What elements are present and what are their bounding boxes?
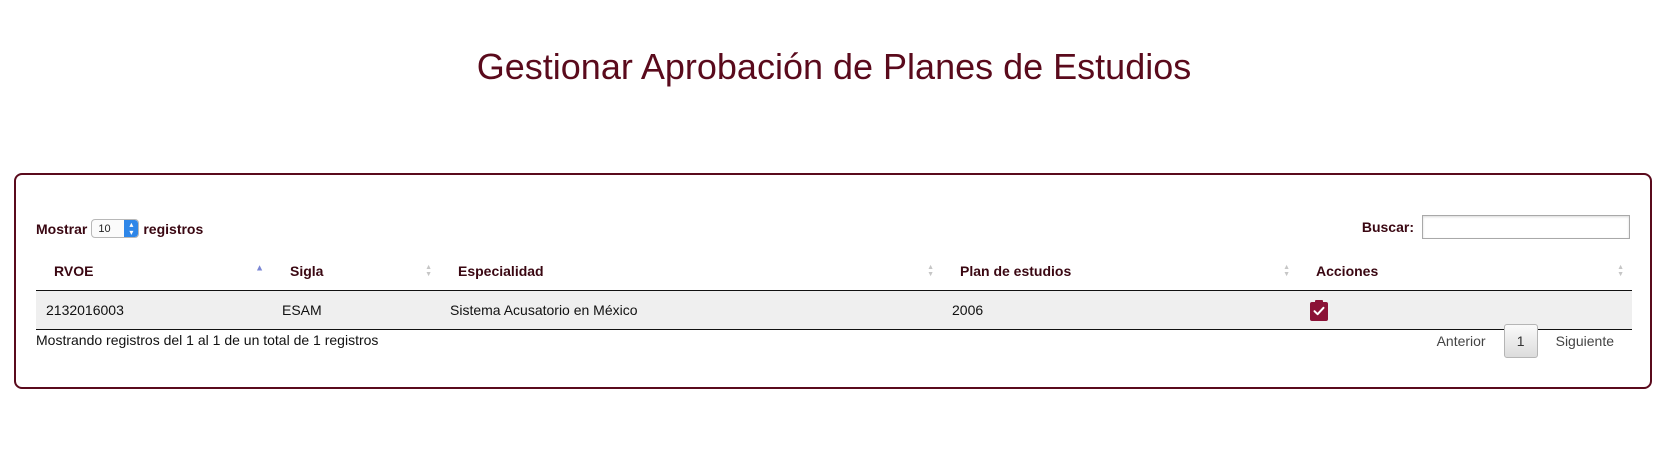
pagination: Anterior 1 Siguiente bbox=[1421, 324, 1630, 358]
length-suffix-label: registros bbox=[143, 220, 204, 237]
page-length-value: 10 bbox=[98, 222, 111, 235]
sort-both-icon: ▲ ▼ bbox=[1617, 264, 1624, 279]
column-header-sigla[interactable]: Sigla ▲ ▼ bbox=[272, 253, 440, 291]
column-label: Especialidad bbox=[458, 263, 544, 280]
table-row: 2132016003 ESAM Sistema Acusatorio en Mé… bbox=[36, 290, 1632, 330]
table-header-row: RVOE ▲ Sigla ▲ ▼ Especialidad ▲ ▼ Plan de … bbox=[36, 253, 1632, 291]
column-label: Sigla bbox=[290, 263, 324, 280]
column-label: Plan de estudios bbox=[960, 263, 1072, 280]
plans-panel: Mostrar 10 ▴▾ registros Buscar: RVOE ▲ bbox=[14, 173, 1652, 389]
search-label: Buscar: bbox=[1361, 219, 1414, 235]
select-updown-icon: ▴ ▾ bbox=[124, 220, 139, 237]
cell-especialidad: Sistema Acusatorio en México bbox=[440, 290, 942, 330]
previous-page-button[interactable]: Anterior bbox=[1421, 333, 1502, 349]
sort-both-icon: ▲ ▼ bbox=[927, 264, 934, 279]
length-prefix-label: Mostrar bbox=[36, 220, 88, 237]
column-header-plan[interactable]: Plan de estudios ▲ ▼ bbox=[942, 253, 1298, 291]
table-info: Mostrando registros del 1 al 1 de un tot… bbox=[36, 332, 379, 348]
cell-rvoe: 2132016003 bbox=[36, 290, 272, 330]
sort-ascending-icon: ▲ bbox=[255, 262, 264, 273]
column-header-especialidad[interactable]: Especialidad ▲ ▼ bbox=[440, 253, 942, 291]
cell-sigla: ESAM bbox=[272, 290, 440, 330]
cell-plan: 2006 bbox=[942, 290, 1298, 330]
column-header-acciones[interactable]: Acciones ▲ ▼ bbox=[1298, 253, 1632, 291]
sort-both-icon: ▲ ▼ bbox=[425, 264, 432, 279]
column-label: Acciones bbox=[1316, 263, 1379, 280]
page-length-select[interactable]: 10 ▴ ▾ bbox=[91, 219, 140, 238]
sort-both-icon: ▲ ▼ bbox=[1283, 264, 1290, 279]
clipboard-check-icon[interactable] bbox=[1310, 299, 1328, 321]
plans-table: RVOE ▲ Sigla ▲ ▼ Especialidad ▲ ▼ Plan de … bbox=[36, 253, 1632, 330]
next-page-button[interactable]: Siguiente bbox=[1540, 333, 1630, 349]
search-control: Buscar: bbox=[1362, 215, 1630, 239]
page-1-button[interactable]: 1 bbox=[1503, 324, 1538, 358]
checkmark-icon bbox=[1313, 306, 1325, 316]
page-title: Gestionar Aprobación de Planes de Estudi… bbox=[476, 46, 1192, 87]
column-header-rvoe[interactable]: RVOE ▲ bbox=[36, 253, 272, 291]
column-label: RVOE bbox=[54, 263, 94, 280]
search-input[interactable] bbox=[1422, 215, 1630, 239]
length-control: Mostrar 10 ▴ ▾ registros bbox=[36, 219, 203, 238]
